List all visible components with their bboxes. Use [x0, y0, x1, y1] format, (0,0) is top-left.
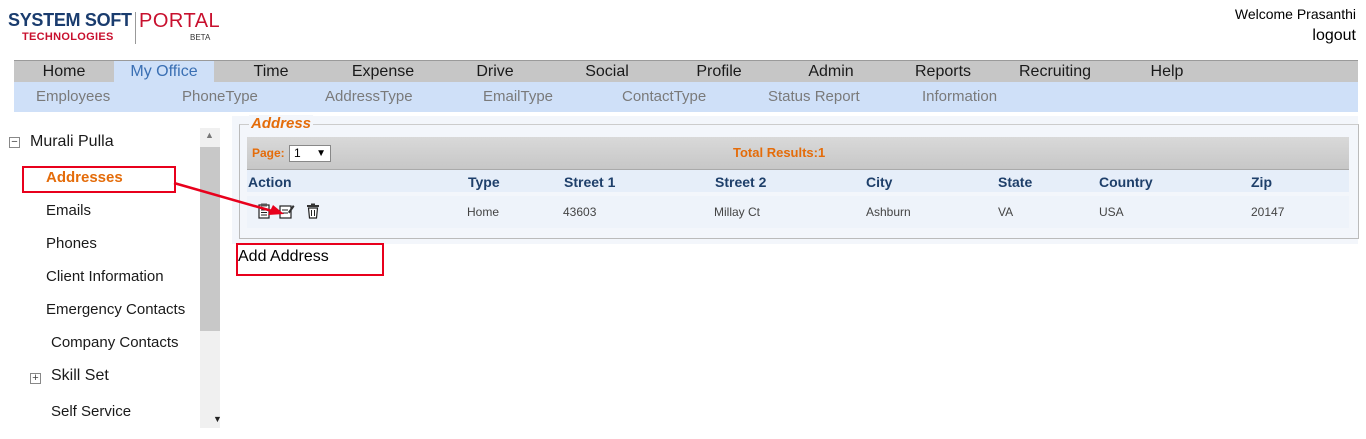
tree-root[interactable]: Murali Pulla: [30, 133, 114, 151]
address-legend: Address: [249, 115, 314, 132]
expand-icon[interactable]: +: [30, 373, 41, 384]
col-type: Type: [468, 174, 500, 190]
col-street2: Street 2: [715, 174, 767, 190]
sidebar-scroll-thumb[interactable]: [200, 147, 220, 331]
annotation-box-add-address: [236, 243, 384, 276]
sidebar-item-client-information[interactable]: Client Information: [46, 268, 164, 285]
sidebar-item-phones[interactable]: Phones: [46, 235, 97, 252]
logo-divider: [135, 12, 136, 44]
nav-social[interactable]: Social: [574, 61, 640, 83]
welcome-text: Welcome Prasanthi: [1234, 6, 1356, 22]
nav-expense[interactable]: Expense: [344, 61, 422, 83]
subnav-addresstype[interactable]: AddressType: [325, 82, 413, 112]
col-country: Country: [1099, 174, 1153, 190]
col-state: State: [998, 174, 1033, 190]
sidebar-item-emergency-contacts[interactable]: Emergency Contacts: [46, 301, 185, 318]
nav-home[interactable]: Home: [14, 61, 114, 83]
logout-link[interactable]: logout: [1312, 27, 1356, 45]
page-label: Page:: [252, 146, 285, 160]
annotation-box-addresses: [22, 166, 176, 193]
cell-zip: 20147: [1251, 205, 1285, 219]
page-select-value: 1: [294, 146, 301, 160]
delete-icon[interactable]: [306, 203, 320, 219]
main-nav: Home My Office Time Expense Drive Social…: [14, 60, 1358, 83]
sidebar-item-skill-set[interactable]: Skill Set: [51, 367, 109, 385]
cell-country: USA: [1099, 205, 1124, 219]
page-select[interactable]: 1 ▼: [289, 145, 331, 162]
subnav-information[interactable]: Information: [922, 82, 997, 112]
cell-type: Home: [467, 205, 500, 219]
nav-admin[interactable]: Admin: [800, 61, 862, 83]
logo-beta: BETA: [190, 33, 211, 42]
nav-help[interactable]: Help: [1140, 61, 1194, 83]
sidebar-item-company-contacts[interactable]: Company Contacts: [51, 334, 179, 351]
annotation-arrow-icon: [173, 181, 284, 215]
scroll-up-arrow-icon[interactable]: ▲: [205, 130, 214, 140]
total-results: Total Results:1: [733, 145, 826, 160]
sidebar-item-emails[interactable]: Emails: [46, 202, 91, 219]
chevron-down-icon: ▼: [316, 148, 326, 159]
col-city: City: [866, 174, 893, 190]
cell-street1: 43603: [563, 205, 597, 219]
subnav-employees[interactable]: Employees: [36, 82, 110, 112]
col-street1: Street 1: [564, 174, 616, 190]
logo-technologies: TECHNOLOGIES: [22, 31, 114, 43]
nav-reports[interactable]: Reports: [906, 61, 980, 83]
logo-portal: PORTAL: [139, 10, 221, 32]
logo-system-soft: SYSTEM SOFT: [8, 10, 132, 30]
cell-street2: Millay Ct: [714, 205, 761, 219]
sidebar-item-self-service[interactable]: Self Service: [51, 403, 131, 420]
nav-time[interactable]: Time: [234, 61, 308, 83]
sub-nav: Employees PhoneType AddressType EmailTyp…: [14, 82, 1358, 112]
nav-profile[interactable]: Profile: [686, 61, 752, 83]
collapse-icon[interactable]: −: [9, 137, 20, 148]
col-zip: Zip: [1251, 174, 1272, 190]
scroll-down-arrow-icon[interactable]: ▼: [213, 414, 222, 424]
nav-my-office[interactable]: My Office: [114, 61, 214, 83]
table-row: [247, 196, 1349, 228]
subnav-contacttype[interactable]: ContactType: [622, 82, 706, 112]
cell-state: VA: [998, 205, 1014, 219]
nav-drive[interactable]: Drive: [464, 61, 526, 83]
table-header: [247, 170, 1349, 192]
nav-recruiting[interactable]: Recruiting: [1012, 61, 1098, 83]
subnav-emailtype[interactable]: EmailType: [483, 82, 553, 112]
subnav-status-report[interactable]: Status Report: [768, 82, 860, 112]
cell-city: Ashburn: [866, 205, 911, 219]
subnav-phonetype[interactable]: PhoneType: [182, 82, 258, 112]
